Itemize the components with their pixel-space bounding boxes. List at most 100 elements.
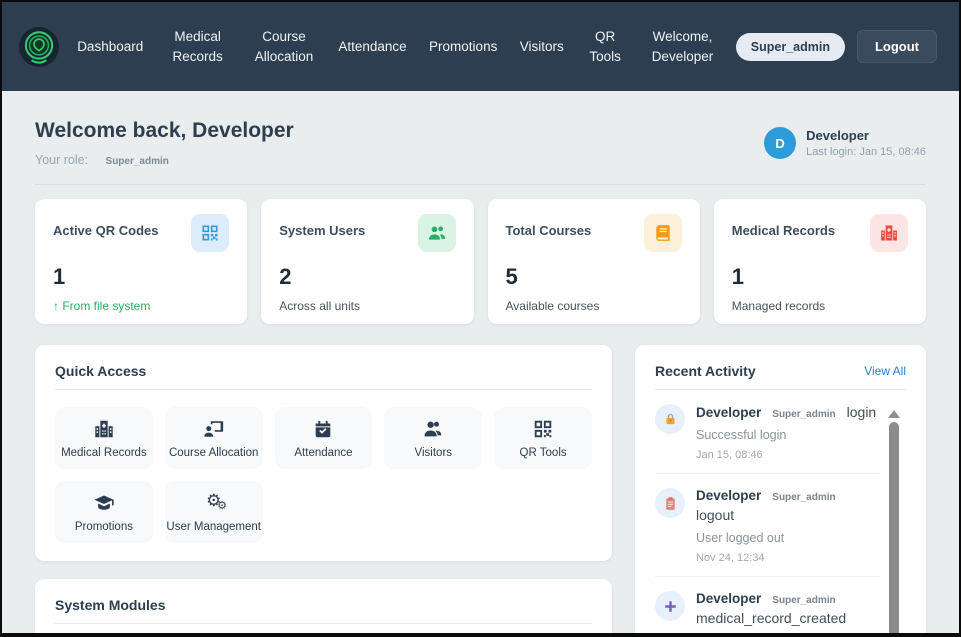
role-badge[interactable]: Super_admin (736, 33, 845, 61)
nav-item-promotions[interactable]: Promotions (429, 37, 497, 57)
calendar-check-icon (312, 418, 334, 440)
stat-title: System Users (279, 214, 365, 238)
activity-list: Developer Super_admin login Successful l… (655, 390, 906, 637)
divider (55, 389, 592, 390)
logout-button[interactable]: Logout (857, 30, 937, 63)
stat-title: Active QR Codes (53, 214, 158, 238)
stat-value: 1 (732, 264, 908, 290)
activity-action: medical_record_created (696, 610, 846, 626)
tile-attendance[interactable]: Attendance (275, 407, 373, 469)
nav-right-cluster: Super_admin Logout (736, 30, 937, 63)
app-window: Dashboard Medical Records Course Allocat… (0, 0, 961, 637)
tile-label: Visitors (415, 447, 453, 459)
activity-description: Successful login (696, 426, 876, 444)
qr-code-icon (191, 214, 229, 252)
scrollbar-thumb[interactable] (889, 422, 899, 637)
users-group-icon (418, 214, 456, 252)
nav-item-course-allocation[interactable]: Course Allocation (252, 27, 316, 66)
activity-description: User logged out (696, 529, 880, 547)
stat-card-medical-records[interactable]: Medical Records 1 Managed records (714, 199, 926, 324)
activity-user: Developer (696, 405, 761, 420)
divider (55, 623, 592, 624)
tile-visitors[interactable]: Visitors (384, 407, 482, 469)
chalkboard-user-icon (203, 418, 225, 440)
activity-item-login[interactable]: Developer Super_admin login Successful l… (655, 390, 880, 474)
nav-welcome-text: Welcome, Developer (646, 27, 718, 66)
recent-activity-panel: Recent Activity View All Developer Super… (635, 345, 926, 637)
tile-promotions[interactable]: Promotions (55, 481, 153, 543)
view-all-link[interactable]: View All (864, 364, 906, 378)
user-chip: D Developer Last login: Jan 15, 08:46 (764, 127, 926, 159)
qr-code-icon (532, 418, 554, 440)
stat-value: 5 (506, 264, 682, 290)
tile-label: User Management (166, 521, 261, 533)
top-navbar: Dashboard Medical Records Course Allocat… (2, 2, 959, 91)
nav-menu: Dashboard Medical Records Course Allocat… (66, 27, 730, 66)
activity-role: Super_admin (772, 595, 835, 606)
user-name: Developer (806, 128, 926, 143)
quick-access-title: Quick Access (55, 359, 592, 389)
tile-label: Medical Records (61, 447, 147, 459)
stat-title: Medical Records (732, 214, 835, 238)
plus-icon (655, 591, 685, 621)
tile-course-allocation[interactable]: Course Allocation (165, 407, 263, 469)
stat-value: 1 (53, 264, 229, 290)
hospital-icon (870, 214, 908, 252)
recent-activity-title: Recent Activity (655, 363, 756, 379)
tile-user-management[interactable]: ⚙⚙ User Management (165, 481, 263, 543)
lock-icon (655, 404, 685, 434)
scrollbar-up-arrow-icon[interactable] (888, 410, 900, 418)
role-line: Your role: Super_admin (35, 153, 294, 167)
activity-action: login (847, 404, 877, 420)
nav-item-visitors[interactable]: Visitors (520, 37, 564, 57)
last-login: Last login: Jan 15, 08:46 (806, 146, 926, 158)
nav-item-medical-records[interactable]: Medical Records (166, 27, 230, 66)
gears-icon: ⚙⚙ (206, 492, 221, 514)
stat-subtitle: Available courses (506, 299, 682, 313)
activity-time: Nov 24, 12:34 (696, 552, 880, 564)
nav-item-dashboard[interactable]: Dashboard (77, 37, 143, 57)
activity-user: Developer (696, 591, 761, 606)
tile-medical-records[interactable]: Medical Records (55, 407, 153, 469)
tile-label: QR Tools (520, 447, 567, 459)
activity-item-logout[interactable]: Developer Super_admin logout User logged… (655, 474, 880, 577)
nav-item-qr-tools[interactable]: QR Tools (586, 27, 624, 66)
activity-role: Super_admin (772, 492, 835, 503)
clipboard-icon (655, 488, 685, 518)
avatar[interactable]: D (764, 127, 796, 159)
activity-scrollbar[interactable] (888, 410, 900, 637)
tile-label: Attendance (294, 447, 352, 459)
activity-time: Jan 15, 08:46 (696, 449, 876, 461)
system-modules-title: System Modules (55, 593, 592, 623)
stat-value: 2 (279, 264, 455, 290)
page-title: Welcome back, Developer (35, 119, 294, 143)
activity-user: Developer (696, 488, 761, 503)
stat-card-system-users[interactable]: System Users 2 Across all units (261, 199, 473, 324)
stat-subtitle: Managed records (732, 299, 908, 313)
quick-access-grid: Medical Records Course Allocation Attend… (55, 407, 592, 543)
quick-access-panel: Quick Access Medical Records Course Allo… (35, 345, 612, 561)
graduation-cap-icon (93, 492, 115, 514)
stat-title: Total Courses (506, 214, 592, 238)
hospital-icon (93, 418, 115, 440)
activity-role: Super_admin (772, 409, 835, 420)
stat-subtitle: ↑ From file system (53, 299, 229, 313)
system-modules-panel: System Modules (35, 579, 612, 637)
stat-card-active-qr-codes[interactable]: Active QR Codes 1 ↑ From file system (35, 199, 247, 324)
stat-card-total-courses[interactable]: Total Courses 5 Available courses (488, 199, 700, 324)
header-divider (35, 184, 926, 185)
role-value: Super_admin (106, 156, 169, 167)
role-label: Your role: (35, 153, 88, 167)
tile-label: Course Allocation (169, 447, 259, 459)
activity-description: Created medical record for matric no: KN… (696, 632, 880, 637)
stat-cards-row: Active QR Codes 1 ↑ From file system Sys… (35, 199, 926, 324)
school-crest-icon[interactable] (18, 26, 60, 68)
stat-subtitle: Across all units (279, 299, 455, 313)
activity-item-medical-record-created[interactable]: Developer Super_admin medical_record_cre… (655, 577, 880, 637)
book-icon (644, 214, 682, 252)
nav-item-attendance[interactable]: Attendance (338, 37, 406, 57)
visitors-icon (422, 418, 444, 440)
tile-qr-tools[interactable]: QR Tools (494, 407, 592, 469)
welcome-header: Welcome back, Developer Your role: Super… (35, 91, 926, 167)
activity-action: logout (696, 507, 734, 523)
